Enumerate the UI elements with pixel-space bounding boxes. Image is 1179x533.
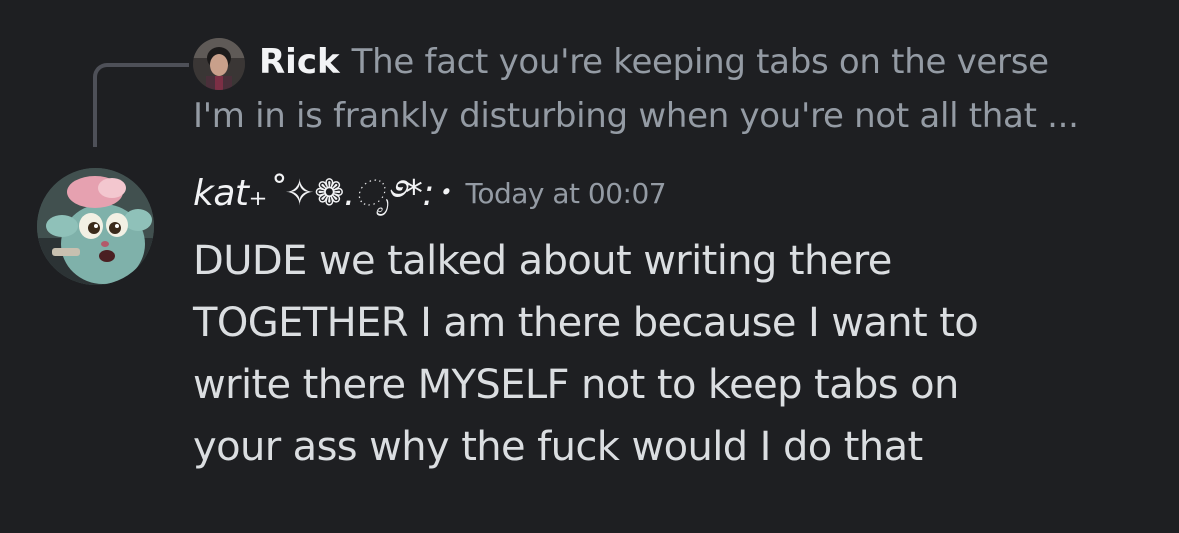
reply-author-name[interactable]: Rick (259, 42, 340, 82)
message-line: DUDE we talked about writing there (193, 238, 892, 284)
reply-preview-text-continued[interactable]: I'm in is frankly disturbing when you're… (193, 92, 1079, 140)
message-content: DUDE we talked about writing there TOGET… (193, 230, 1153, 478)
avatar-image (37, 168, 154, 285)
message-timestamp[interactable]: Today at 00:07 (466, 177, 667, 210)
reply-header: Rick The fact you're keeping tabs on the … (259, 38, 1049, 86)
message-author-avatar[interactable] (37, 168, 154, 285)
reply-preview-text[interactable]: The fact you're keeping tabs on the vers… (352, 42, 1049, 82)
avatar-image (193, 38, 245, 90)
message-author-name[interactable]: kat₊˚✧❁.ೃ࿔*:･ (193, 173, 452, 214)
message-header: kat₊˚✧❁.ೃ࿔*:･ Today at 00:07 (193, 168, 667, 220)
message-line: write there MYSELF not to keep tabs on (193, 362, 959, 408)
reply-connector-line (93, 63, 189, 147)
message-line: your ass why the fuck would I do that (193, 424, 923, 470)
message-line: TOGETHER I am there because I want to (193, 300, 979, 346)
reply-author-avatar[interactable] (193, 38, 245, 90)
